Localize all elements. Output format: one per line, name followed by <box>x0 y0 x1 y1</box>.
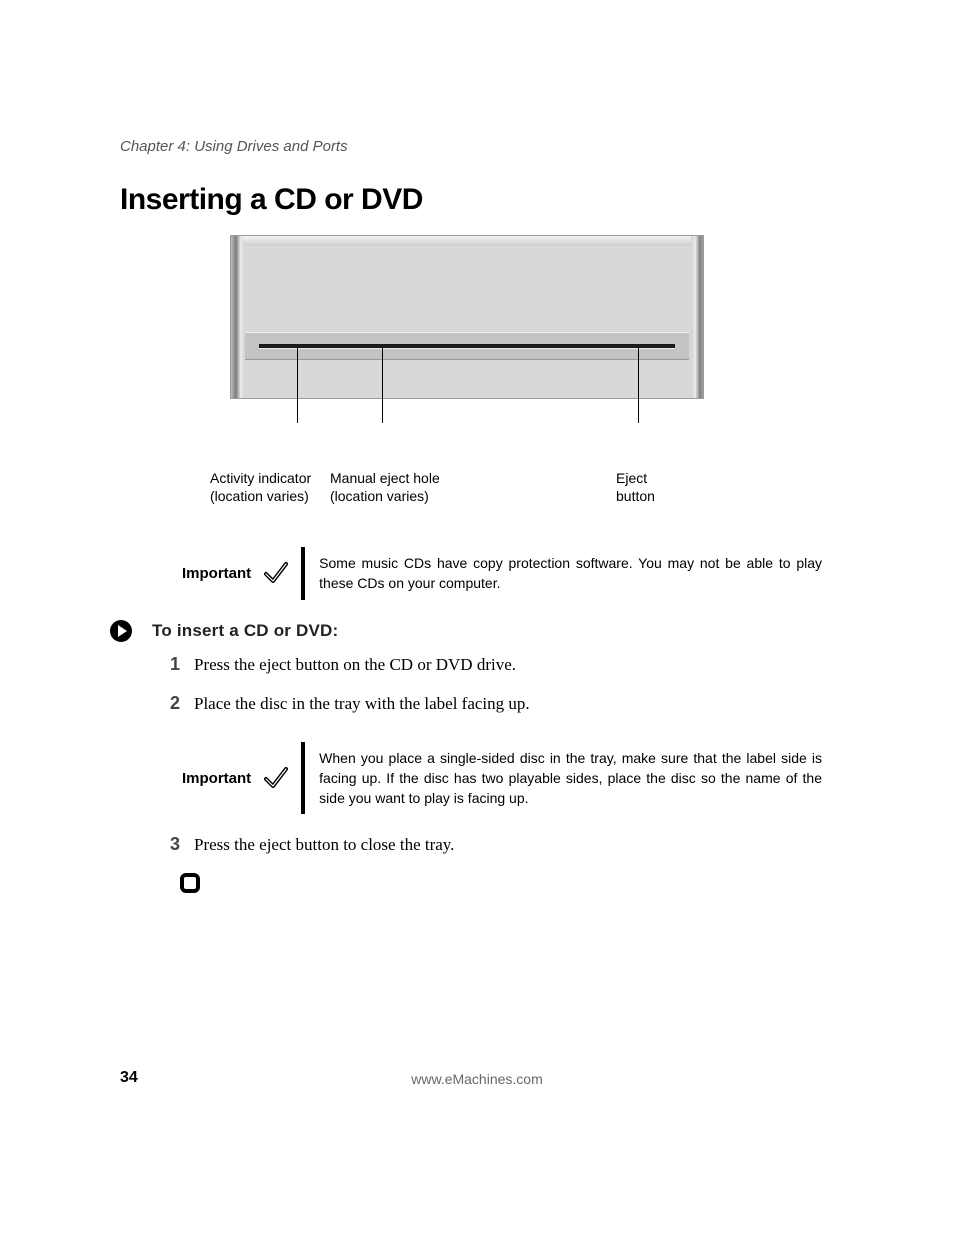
step-text: Press the eject button on the CD or DVD … <box>194 655 516 675</box>
step-number: 2 <box>156 693 180 714</box>
steps-list-continued: 3 Press the eject button to close the tr… <box>156 834 844 855</box>
step-3: 3 Press the eject button to close the tr… <box>156 834 844 855</box>
end-of-procedure-icon <box>180 873 200 893</box>
callout-text: When you place a single-sided disc in th… <box>319 742 882 815</box>
pointer-line-manual-eject <box>382 347 383 423</box>
pointer-line-activity <box>297 347 298 423</box>
arrow-circle-icon <box>110 620 132 642</box>
step-1: 1 Press the eject button on the CD or DV… <box>156 654 844 675</box>
chapter-label: Chapter 4: Using Drives and Ports <box>120 138 844 155</box>
callout-text: Some music CDs have copy protection soft… <box>319 547 882 600</box>
checkmark-icon <box>259 547 301 600</box>
label-eject-button: Eject button <box>616 469 655 505</box>
callout-label: Important <box>182 547 259 600</box>
callout-divider <box>301 742 305 815</box>
step-text: Place the disc in the tray with the labe… <box>194 694 530 714</box>
important-callout-1: Important Some music CDs have copy prote… <box>182 547 882 600</box>
label-manual-eject-hole: Manual eject hole (location varies) <box>330 469 440 505</box>
drive-top-edge <box>243 236 691 246</box>
optical-drive-illustration <box>230 235 704 399</box>
important-callout-2: Important When you place a single-sided … <box>182 742 882 815</box>
drive-diagram: Activity indicator (location varies) Man… <box>230 235 704 519</box>
drive-disc-slot <box>259 344 675 348</box>
steps-list: 1 Press the eject button on the CD or DV… <box>156 654 844 714</box>
footer-url: www.eMachines.com <box>0 1071 954 1087</box>
callout-label: Important <box>182 742 259 815</box>
pointer-line-eject-button <box>638 347 639 423</box>
diagram-pointer-lines <box>230 399 704 469</box>
step-number: 3 <box>156 834 180 855</box>
document-page: Chapter 4: Using Drives and Ports Insert… <box>0 0 954 1235</box>
steps-heading: To insert a CD or DVD: <box>152 621 338 641</box>
checkmark-icon <box>259 742 301 815</box>
step-number: 1 <box>156 654 180 675</box>
step-text: Press the eject button to close the tray… <box>194 835 454 855</box>
page-title: Inserting a CD or DVD <box>120 183 844 217</box>
callout-divider <box>301 547 305 600</box>
step-2: 2 Place the disc in the tray with the la… <box>156 693 844 714</box>
diagram-labels: Activity indicator (location varies) Man… <box>230 469 704 519</box>
label-activity-indicator: Activity indicator (location varies) <box>210 469 311 505</box>
steps-heading-row: To insert a CD or DVD: <box>110 620 844 642</box>
